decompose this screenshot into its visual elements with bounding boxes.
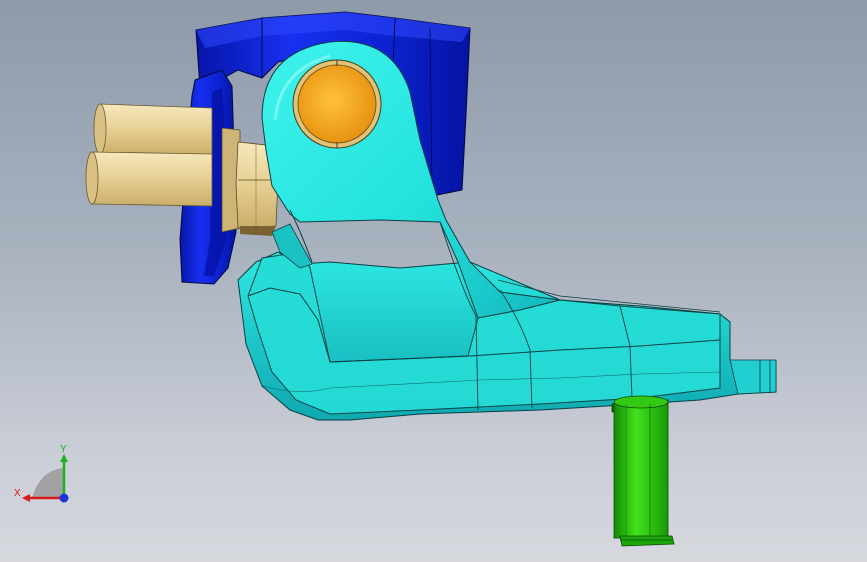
bolt-shank-upper [96,103,213,157]
guide-pin[interactable] [611,395,675,547]
bolt-shank-lower [88,151,213,207]
cad-viewport[interactable] [0,0,867,562]
pivot-bushing[interactable] [292,59,382,149]
y-axis-label: Y [60,444,67,455]
orientation-triad[interactable]: X Y [12,440,74,506]
lever-end-tab [729,359,777,395]
z-axis-dot [59,493,69,503]
x-axis-label: X [14,488,21,499]
triad-plane-quadrant [32,468,64,498]
pin-shaft [613,401,669,539]
